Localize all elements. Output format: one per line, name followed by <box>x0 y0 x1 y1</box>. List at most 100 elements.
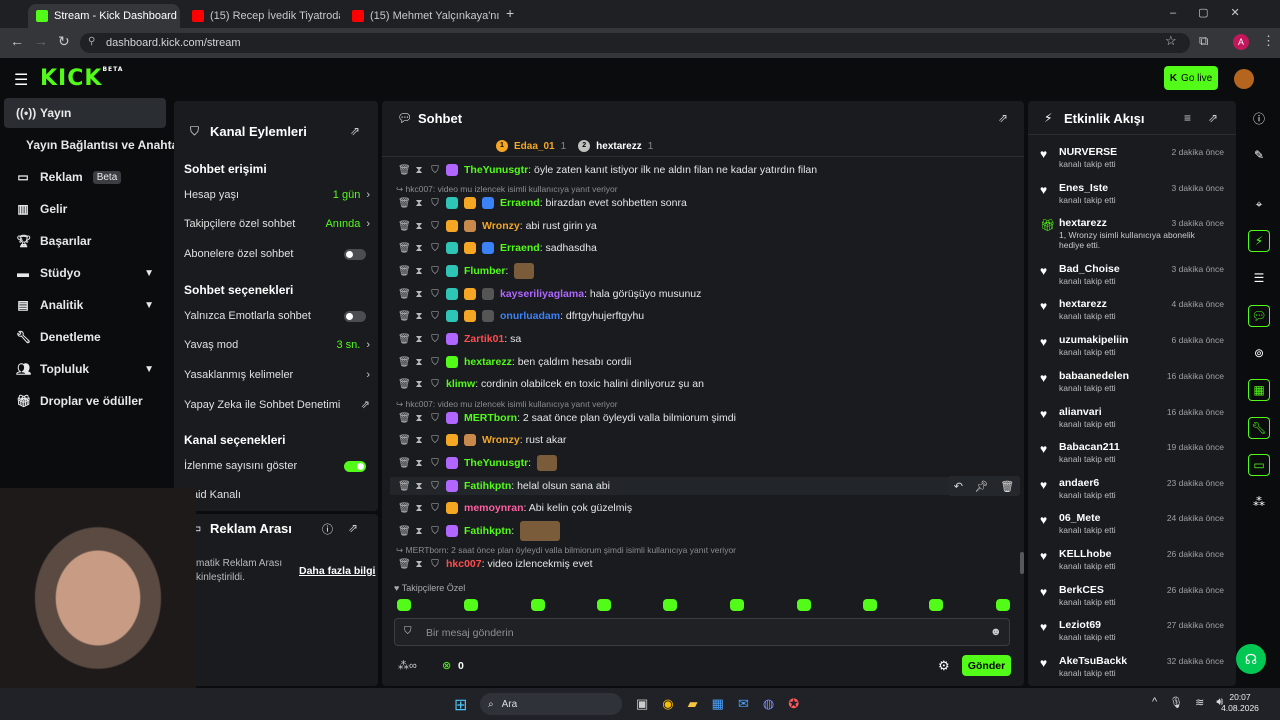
chat-message[interactable]: 🗑︎ ⧗ ⛉ TheYunusgtr: öyle zaten kanıt istiyo… <box>398 161 1018 179</box>
chat-message[interactable]: 🗑︎ ⧗ ⛉ Erraend: sadhasdha <box>398 239 1018 257</box>
settings-gear-icon[interactable]: ⚙ <box>938 658 950 674</box>
chat-username[interactable]: Flumber <box>464 265 505 277</box>
activity-username[interactable]: andaer6 <box>1059 477 1099 489</box>
chat-message[interactable]: 🗑︎ ⧗ ⛉ Zartik01: sa <box>398 330 1018 348</box>
delete-icon[interactable]: 🗑︎ <box>398 435 411 446</box>
activity-username[interactable]: AkeTsuBackk <box>1059 655 1127 667</box>
reload-icon[interactable]: ↻ <box>58 33 70 50</box>
chat-message[interactable]: 🗑︎ ⧗ ⛉ Fatihkptn: <box>398 521 1018 541</box>
activity-username[interactable]: Bad_Choise <box>1059 263 1120 275</box>
sidebar-item-stream-key[interactable]: Yayın Bağlantısı ve Anahtarı <box>4 130 186 160</box>
ban-icon[interactable]: ⛉ <box>430 357 440 368</box>
activity-item[interactable]: ♥ uzumakipeliin kanalı takip etti 6 dakika … <box>1040 334 1226 364</box>
timeout-icon[interactable]: ⧗ <box>414 243 424 254</box>
new-tab-button[interactable]: + <box>506 5 514 21</box>
delete-icon[interactable]: 🗑︎ <box>398 221 411 232</box>
chat-username[interactable]: Wronzy <box>482 220 520 232</box>
sidebar-item-droplar[interactable]: 🎁︎ Droplar ve ödüller <box>4 386 166 416</box>
task-view-icon[interactable]: ▣ <box>636 696 648 712</box>
activity-username[interactable]: Leziot69 <box>1059 619 1101 631</box>
taskbar-clock[interactable]: 20:07 4.08.2026 <box>1220 692 1260 714</box>
app-icon[interactable]: ✪ <box>788 696 799 712</box>
delete-icon[interactable]: 🗑︎ <box>398 334 411 345</box>
popout-icon[interactable]: ⇗ <box>1208 111 1218 125</box>
chat-message[interactable]: 🗑︎ ⧗ ⛉ Wronzy: abi rust girin ya <box>398 217 1018 235</box>
activity-item[interactable]: ♥ NURVERSE kanalı takip etti 2 dakika önce <box>1040 146 1226 176</box>
emote-only-toggle[interactable] <box>344 310 366 322</box>
chat-message[interactable]: 🗑︎ ⧗ ⛉ TheYunusgtr: <box>398 454 1018 472</box>
activity-item[interactable]: ♥ Bad_Choise kanalı takip etti 3 dakika önc… <box>1040 263 1226 293</box>
chat-bubble-icon[interactable]: 💬︎ <box>1248 305 1270 327</box>
ban-icon[interactable]: ⛉ <box>430 334 440 345</box>
delete-icon[interactable]: 🗑︎ <box>398 559 411 570</box>
emote-button[interactable] <box>797 599 811 611</box>
discord-icon[interactable]: ◍ <box>763 696 774 712</box>
filter-icon[interactable]: ≡ <box>1184 111 1191 125</box>
timeout-icon[interactable]: ⧗ <box>414 379 424 390</box>
mail-icon[interactable]: ✉ <box>738 696 749 712</box>
activity-username[interactable]: Enes_Iste <box>1059 182 1108 194</box>
timeout-icon[interactable]: ⧗ <box>414 481 424 492</box>
subs-only-toggle[interactable] <box>344 248 366 260</box>
activity-username[interactable]: 06_Mete <box>1059 512 1100 524</box>
delete-icon[interactable]: 🗑︎ <box>398 413 411 424</box>
delete-icon[interactable]: 🗑︎ <box>398 503 411 514</box>
ban-icon[interactable]: ⛉ <box>430 379 440 390</box>
extensions-icon[interactable]: ⧉ <box>1199 33 1208 49</box>
emote-button[interactable] <box>929 599 943 611</box>
emote-button[interactable] <box>464 599 478 611</box>
info-icon[interactable]: ⓘ <box>322 521 333 537</box>
activity-item[interactable]: ♥ KELLhobe kanalı takip etti 26 dakika önce <box>1040 548 1226 578</box>
chat-message[interactable]: 🗑︎ ⧗ ⛉ MERTborn: 2 saat önce plan öyleydi v… <box>398 409 1018 427</box>
timeout-icon[interactable]: ⧗ <box>414 413 424 424</box>
timeout-icon[interactable]: ⧗ <box>414 221 424 232</box>
user-avatar[interactable] <box>1234 69 1254 89</box>
chat-username[interactable]: hextarezz <box>464 356 512 368</box>
tab-kick-dashboard[interactable]: Stream - Kick Dashboard ✕ <box>28 4 180 28</box>
ban-icon[interactable]: ⛉ <box>430 435 440 446</box>
delete-icon[interactable]: 🗑︎ <box>398 458 411 469</box>
activity-username[interactable]: alianvari <box>1059 406 1102 418</box>
delete-icon[interactable]: 🗑︎ <box>398 526 411 537</box>
chat-message[interactable]: 🗑︎ ⧗ ⛉ kayseriliyaglama: hala görüşüyo musu… <box>398 285 1018 303</box>
sidebar-item-reklam[interactable]: ▭ Reklam Beta <box>4 162 166 192</box>
tab-youtube-1[interactable]: (15) Recep İvedik Tiyatroda. #re ✕ <box>184 4 340 28</box>
chrome-icon[interactable]: ◉ <box>662 696 673 712</box>
chat-message[interactable]: 🗑︎ ⧗ ⛉ Fatihkptn: helal olsun sana abi <box>390 477 1010 495</box>
profile-avatar-browser[interactable]: A <box>1233 34 1249 50</box>
activity-item[interactable]: ♥ babaanedelen kanalı takip etti 16 dakika … <box>1040 370 1226 400</box>
chat-message[interactable]: 🗑︎ ⧗ ⛉ Wronzy: rust akar <box>398 431 1018 449</box>
sidebar-item-denetleme[interactable]: 🔧︎ Denetleme <box>4 322 166 352</box>
chat-username[interactable]: MERTborn <box>464 412 517 424</box>
account-age-row[interactable]: Hesap yaşı 1 gün › <box>184 189 370 201</box>
broadcast-icon[interactable]: ⊚ <box>1248 342 1270 364</box>
chat-message[interactable]: 🗑︎ ⧗ ⛉ memoynran: Abi kelin çok güzelmiş <box>398 499 1018 517</box>
chat-username[interactable]: onurluadam <box>500 310 560 322</box>
popout-icon[interactable]: ⇗ <box>348 521 358 535</box>
chat-username[interactable]: klimw <box>446 378 475 390</box>
lightning-icon[interactable]: ⚡︎ <box>1248 230 1270 252</box>
sidebar-item-studyo[interactable]: ▬ Stüdyo ▼ <box>4 258 166 288</box>
site-info-icon[interactable]: ⚲ <box>88 36 95 47</box>
chat-username[interactable]: Zartik01 <box>464 333 504 345</box>
timeout-icon[interactable]: ⧗ <box>414 458 424 469</box>
window-icon[interactable]: ▭ <box>1248 454 1270 476</box>
timeout-icon[interactable]: ⧗ <box>414 311 424 322</box>
hamburger-menu-icon[interactable]: ☰ <box>14 70 28 90</box>
delete-icon[interactable]: 🗑︎ <box>398 289 411 300</box>
gifter-name[interactable]: hextarezz <box>596 141 642 152</box>
browser-menu-icon[interactable]: ⋮ <box>1262 33 1275 49</box>
chat-username[interactable]: hkc007 <box>446 558 482 570</box>
channel-points-icon[interactable]: ⁂∞ <box>398 659 417 672</box>
activity-item[interactable]: ♥ Enes_Iste kanalı takip etti 3 dakika önce <box>1040 182 1226 212</box>
banned-words-row[interactable]: Yasaklanmış kelimeler › <box>184 369 370 381</box>
delete-icon[interactable]: 🗑︎ <box>398 243 411 254</box>
info-icon[interactable]: ⓘ <box>1248 107 1270 129</box>
popout-icon[interactable]: ⇗ <box>998 111 1008 125</box>
emote-button[interactable] <box>730 599 744 611</box>
popout-icon[interactable]: ⇗ <box>350 124 360 138</box>
emote-button[interactable] <box>863 599 877 611</box>
ban-icon[interactable]: ⛉ <box>430 289 440 300</box>
slow-mode-row[interactable]: Yavaş mod 3 sn. › <box>184 339 370 351</box>
windows-start-icon[interactable]: ⊞ <box>454 695 467 715</box>
